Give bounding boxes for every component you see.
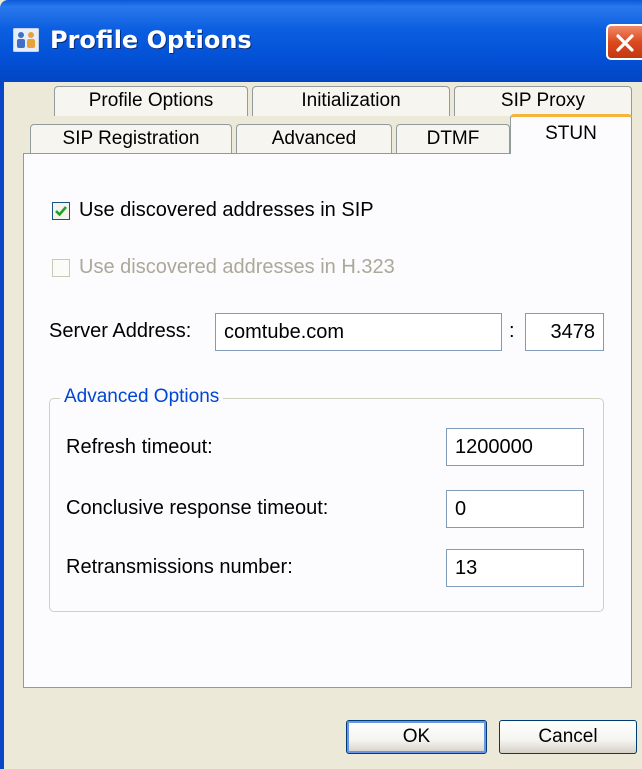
tab-sip-proxy[interactable]: SIP Proxy (454, 86, 632, 116)
retransmissions-label: Retransmissions number: (66, 556, 293, 578)
use-discovered-sip-checkbox[interactable] (52, 201, 70, 220)
title-bar[interactable]: Profile Options (0, 0, 642, 82)
port-separator: : (509, 320, 515, 342)
ok-button[interactable]: OK (346, 720, 487, 754)
advanced-options-title: Advanced Options (60, 386, 224, 408)
server-address-input[interactable]: comtube.com (215, 313, 502, 351)
close-button[interactable] (606, 24, 642, 60)
tab-stun[interactable]: STUN (510, 114, 632, 154)
close-icon (616, 34, 634, 52)
use-discovered-h323-checkbox (52, 258, 70, 277)
use-discovered-h323-option: Use discovered addresses in H.323 (52, 256, 395, 279)
profile-options-dialog: Profile Options Profile Options Initiali… (0, 0, 642, 769)
conclusive-timeout-label: Conclusive response timeout: (66, 497, 329, 519)
cancel-button[interactable]: Cancel (499, 720, 637, 754)
profile-options-icon (12, 27, 40, 53)
tab-initialization[interactable]: Initialization (252, 86, 450, 116)
port-input[interactable]: 3478 (525, 313, 604, 351)
conclusive-timeout-input[interactable]: 0 (446, 490, 584, 528)
use-discovered-sip-label: Use discovered addresses in SIP (79, 199, 374, 221)
tab-advanced[interactable]: Advanced (236, 124, 392, 154)
server-address-label: Server Address: (49, 320, 192, 342)
tab-sip-registration[interactable]: SIP Registration (30, 124, 232, 154)
tab-profile-options[interactable]: Profile Options (54, 86, 248, 116)
refresh-timeout-label: Refresh timeout: (66, 436, 213, 458)
window-left-border (0, 82, 4, 769)
tab-dtmf[interactable]: DTMF (396, 124, 510, 154)
use-discovered-h323-label: Use discovered addresses in H.323 (79, 256, 395, 278)
retransmissions-input[interactable]: 13 (446, 549, 584, 587)
use-discovered-sip-option[interactable]: Use discovered addresses in SIP (52, 199, 374, 222)
checkmark-icon (55, 205, 67, 216)
refresh-timeout-input[interactable]: 1200000 (446, 428, 584, 466)
window-title: Profile Options (50, 26, 252, 54)
